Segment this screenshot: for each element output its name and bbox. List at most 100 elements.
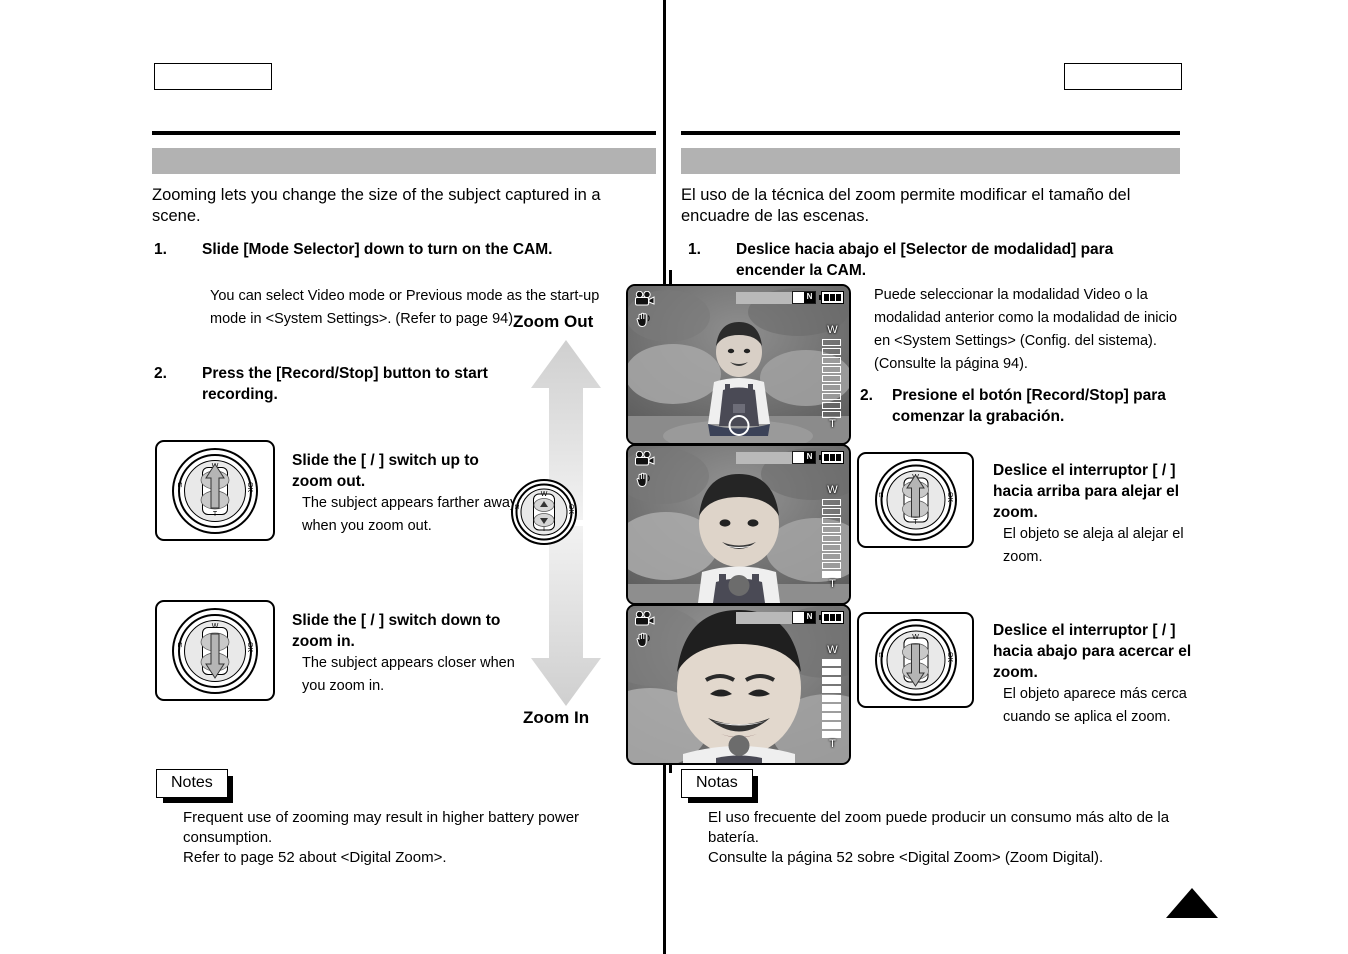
step-text: Presione el botón [Record/Stop] para com… <box>892 387 1166 425</box>
arrow-up-icon <box>902 474 929 518</box>
lcd-tick <box>669 270 672 284</box>
instruction-heading: Slide the [ / ] switch down to zoom in. <box>292 612 501 650</box>
notes-box-left: Notes <box>156 769 233 803</box>
zoom-bar-tele: W T <box>822 644 843 751</box>
intro-paragraph-left: Zooming lets you change the size of the … <box>152 186 601 225</box>
joystick-dial: W T OK ⊐ <box>157 442 273 539</box>
step-number: 2. <box>860 387 873 404</box>
instruction-zoom-out-right: Deslice el interruptor [ / ] hacia arrib… <box>993 460 1193 569</box>
section-rule-left <box>152 131 656 135</box>
zoom-bar-segment <box>822 410 841 418</box>
zoom-bar-segment <box>822 721 841 729</box>
anti-shake-hand-icon <box>636 632 650 648</box>
page-marker-triangle-icon <box>1166 888 1218 918</box>
record-indicator <box>728 735 749 756</box>
step-2-left: 2. Press the [Record/Stop] button to sta… <box>154 363 494 405</box>
memory-card-icon: N <box>792 451 816 464</box>
arrow-up-icon <box>200 463 230 510</box>
instruction-body: El objeto aparece más cerca cuando se ap… <box>1003 686 1187 725</box>
zoom-bar-segments <box>822 498 843 578</box>
notes-label: Notas <box>681 769 758 803</box>
record-indicator <box>728 415 749 436</box>
memory-card-label: N <box>804 612 815 623</box>
zoom-bar-segment <box>822 392 841 400</box>
zoom-bar-label-t: T <box>829 738 836 750</box>
step-text: Slide [Mode Selector] down to turn on th… <box>202 241 553 258</box>
lcd-preview-mid: N W T <box>626 444 851 605</box>
notes-line: Refer to page 52 about <Digital Zoom>. <box>183 849 447 866</box>
arrow-down-icon <box>902 643 929 687</box>
step-number: 2. <box>154 365 167 382</box>
instruction-heading: Deslice el interruptor [ / ] hacia abajo… <box>993 622 1192 681</box>
memory-card-icon: N <box>792 611 816 624</box>
lcd-preview-tele: N W T <box>626 604 851 765</box>
notes-body-right: El uso frecuente del zoom puede producir… <box>708 808 1178 868</box>
battery-icon <box>818 451 844 464</box>
header-box-right <box>1064 63 1182 90</box>
joystick-dial: W T OK ⊐ <box>859 454 972 546</box>
lcd-osd-overlay-wide: N W T <box>628 286 849 443</box>
notes-box-right: Notas <box>681 769 758 803</box>
instruction-heading: Deslice el interruptor [ / ] hacia arrib… <box>993 462 1180 521</box>
substep-1-right: Puede seleccionar la modalidad Video o l… <box>874 287 1178 372</box>
step-1-right: 1. Deslice hacia abajo el [Selector de m… <box>688 239 1158 281</box>
memory-card-label: N <box>804 292 815 303</box>
zoom-bar-segment <box>822 552 841 560</box>
zoom-bar-label-w: W <box>827 484 838 496</box>
record-indicator <box>728 575 749 596</box>
zoom-bar-segment <box>822 338 841 346</box>
zoom-bar-segment <box>822 658 841 666</box>
zoom-bar-label-w: W <box>827 644 838 656</box>
joystick-up-down-pads-icon <box>533 498 555 527</box>
step-1-left: 1. Slide [Mode Selector] down to turn on… <box>154 239 584 260</box>
notes-line: El uso frecuente del zoom puede producir… <box>708 809 1170 846</box>
camcorder-mode-icon <box>635 451 655 466</box>
step-number: 1. <box>154 241 167 258</box>
zoom-bar-segment <box>822 712 841 720</box>
zoom-bar-segments <box>822 658 843 738</box>
battery-icon <box>818 611 844 624</box>
zoom-bar-wide: W T <box>822 324 843 431</box>
zoom-bar-segment <box>822 525 841 533</box>
joystick-dial-center: W T OK ⊐ <box>505 477 583 547</box>
zoom-bar-segments <box>822 338 843 418</box>
memory-card-icon: N <box>792 291 816 304</box>
zoom-bar-label-w: W <box>827 324 838 336</box>
battery-icon <box>818 291 844 304</box>
section-rule-right <box>681 131 1180 135</box>
zoom-bar-segment <box>822 383 841 391</box>
notes-line: Consulte la página 52 sobre <Digital Zoo… <box>708 849 1104 866</box>
joystick-illustration-zoom-out: W T OK ⊐ <box>155 440 275 541</box>
zoom-axis-diagram: Zoom Out Zoom In W T OK ⊐ <box>505 312 625 732</box>
zoom-bar-segment <box>822 534 841 542</box>
lcd-osd-overlay-tele: N W T <box>628 606 849 763</box>
instruction-body: The subject appears closer when you zoom… <box>302 655 515 694</box>
instruction-body: The subject appears farther away when yo… <box>302 495 518 534</box>
notes-label: Notes <box>156 769 233 803</box>
joystick-dial: W T OK ⊐ <box>157 602 273 699</box>
zoom-bar-segment <box>822 667 841 675</box>
instruction-body: El objeto se aleja al alejar el zoom. <box>1003 526 1184 565</box>
step-text: Press the [Record/Stop] button to start … <box>202 365 488 403</box>
instruction-zoom-in-left: Slide the [ / ] switch down to zoom in. … <box>292 610 522 698</box>
zoom-bar-segment <box>822 703 841 711</box>
zoom-bar-segment <box>822 543 841 551</box>
manual-page: Zooming lets you change the size of the … <box>0 0 1348 954</box>
zoom-bar-label-t: T <box>829 578 836 590</box>
notes-body-left: Frequent use of zooming may result in hi… <box>183 808 643 868</box>
arrow-down-icon <box>200 632 230 679</box>
step-text: Deslice hacia abajo el [Selector de moda… <box>736 241 1114 279</box>
zoom-bar-segment <box>822 401 841 409</box>
instruction-zoom-in-right: Deslice el interruptor [ / ] hacia abajo… <box>993 620 1193 729</box>
lcd-osd-overlay-mid: N W T <box>628 446 849 603</box>
zoom-in-label: Zoom In <box>523 708 590 727</box>
joystick-illustration-zoom-in: W T OK ⊐ <box>155 600 275 701</box>
anti-shake-hand-icon <box>636 472 650 488</box>
zoom-bar-segment <box>822 507 841 515</box>
zoom-bar-segment <box>822 347 841 355</box>
zoom-bar-segment <box>822 561 841 569</box>
zoom-bar-segment <box>822 356 841 364</box>
notes-line: Frequent use of zooming may result in hi… <box>183 809 580 846</box>
anti-shake-hand-icon <box>636 312 650 328</box>
step-number: 1. <box>688 241 701 258</box>
